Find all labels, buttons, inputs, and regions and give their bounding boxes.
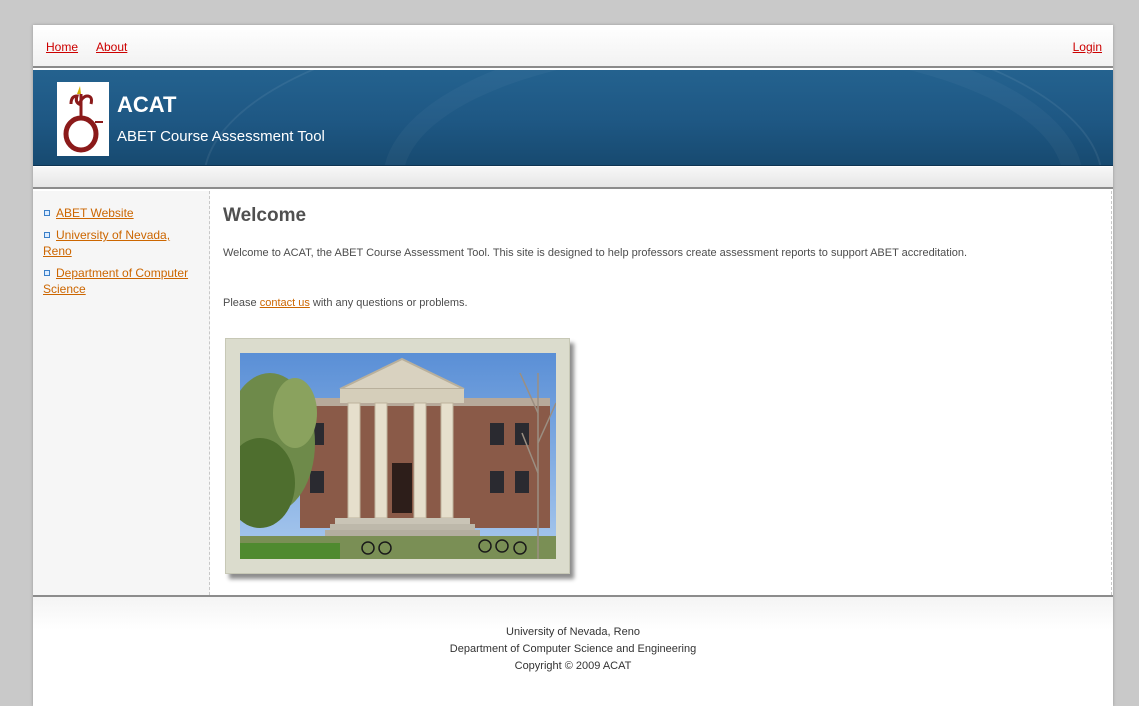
footer: University of Nevada, Reno Department of…: [33, 595, 1113, 706]
footer-copyright: Copyright © 2009 ACAT: [514, 660, 632, 672]
top-nav: Home About Login: [33, 25, 1113, 68]
sidebar-links: ABET Website University of Nevada, Reno …: [33, 191, 198, 297]
sidebar-item-dept: Department of Computer Science: [43, 265, 198, 297]
site-subtitle: ABET Course Assessment Tool: [117, 128, 325, 145]
contact-paragraph: Please contact us with any questions or …: [223, 297, 468, 309]
site-title: ACAT: [117, 92, 177, 117]
welcome-paragraph: Welcome to ACAT, the ABET Course Assessm…: [223, 247, 968, 259]
photo-frame: [225, 338, 570, 574]
sidebar-link-department[interactable]: Department of Computer Science: [43, 266, 188, 296]
sidebar-item-abet: ABET Website: [43, 205, 198, 221]
bullet-icon: [44, 232, 50, 239]
page: Home About Login ACAT ABET Course Assess…: [33, 25, 1113, 706]
campus-building-photo: [240, 353, 556, 559]
main-content: Welcome Welcome to ACAT, the ABET Course…: [211, 191, 1112, 595]
acat-logo: [57, 82, 109, 156]
site-header: ACAT ABET Course Assessment Tool: [33, 70, 1113, 166]
contact-suffix: with any questions or problems.: [309, 297, 468, 309]
sidebar: ABET Website University of Nevada, Reno …: [33, 191, 210, 595]
bullet-icon: [44, 270, 50, 277]
sidebar-link-university[interactable]: University of Nevada, Reno: [43, 228, 170, 258]
nav-about-link[interactable]: About: [96, 40, 127, 54]
contact-us-link[interactable]: contact us: [260, 297, 310, 309]
contact-prefix: Please: [223, 297, 260, 309]
bullet-icon: [44, 210, 50, 217]
sidebar-link-abet-website[interactable]: ABET Website: [56, 206, 134, 220]
nav-home-link[interactable]: Home: [46, 40, 78, 54]
nav-login-link[interactable]: Login: [1073, 40, 1102, 54]
footer-department: Department of Computer Science and Engin…: [449, 643, 697, 655]
footer-university: University of Nevada, Reno: [506, 626, 640, 638]
sidebar-item-unr: University of Nevada, Reno: [43, 227, 198, 259]
header-subbar: [33, 167, 1113, 189]
page-title: Welcome: [223, 205, 307, 226]
